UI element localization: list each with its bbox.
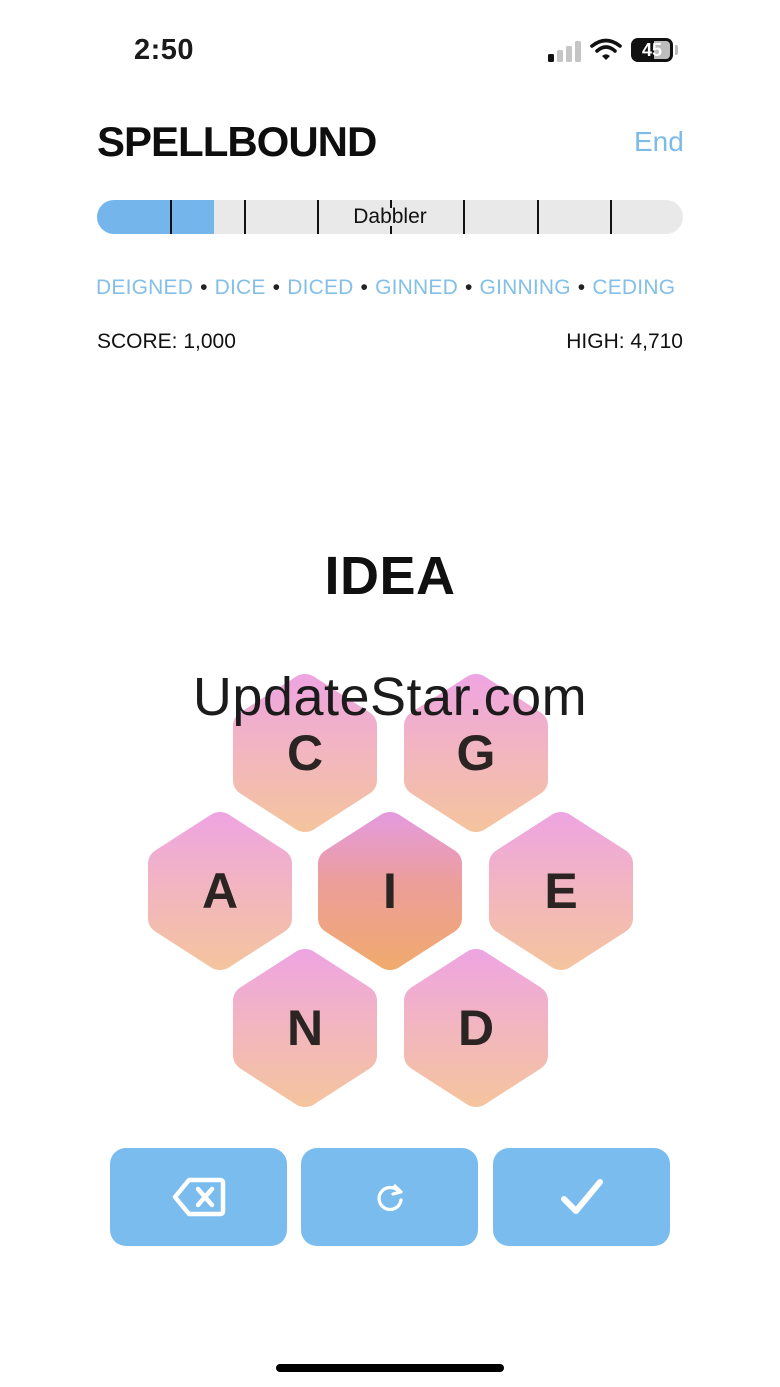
found-word: DICE	[214, 276, 266, 299]
wifi-icon	[590, 38, 622, 62]
shuffle-icon	[377, 1184, 403, 1212]
found-word: CEDING	[592, 276, 676, 299]
found-word: GINNED	[375, 276, 458, 299]
word-separator: •	[360, 276, 369, 299]
app-title: SPELLBOUND	[97, 118, 377, 165]
found-words-list[interactable]: DEIGNED • DICE • DICED • GINNED • GINNING • CEDING	[96, 276, 686, 300]
watermark-text: UpdateStar.com	[192, 667, 588, 727]
submit-button[interactable]	[493, 1148, 670, 1246]
cellular-signal-icon	[548, 40, 582, 62]
status-time: 2:50	[134, 34, 195, 66]
hex-letter: N	[286, 1000, 324, 1056]
shuffle-button[interactable]	[301, 1148, 478, 1246]
word-separator: •	[200, 276, 208, 299]
word-separator: •	[577, 276, 586, 299]
end-button[interactable]: End	[634, 126, 684, 158]
backspace-icon	[172, 1177, 225, 1217]
hex-tile-bottom-left[interactable]: N	[233, 947, 377, 1109]
score-label: SCORE: 1,000	[97, 330, 236, 353]
delete-button[interactable]	[110, 1148, 287, 1246]
rank-label: Dabbler	[353, 205, 427, 228]
current-word: IDEA	[324, 546, 456, 606]
word-separator: •	[272, 276, 281, 299]
battery-icon: 45	[631, 38, 673, 62]
found-word: DICED	[287, 276, 354, 299]
battery-level: 45	[641, 40, 663, 60]
hex-tile-bottom-right[interactable]: D	[404, 947, 548, 1109]
found-word: GINNING	[479, 276, 571, 299]
found-word: DEIGNED	[96, 276, 194, 299]
rank-progress-bar: Dabbler	[97, 200, 683, 234]
high-score-label: HIGH: 4,710	[566, 330, 683, 353]
hex-letter: D	[457, 1000, 495, 1056]
home-indicator[interactable]	[276, 1364, 504, 1372]
word-separator: •	[464, 276, 473, 299]
battery-tip	[675, 45, 678, 55]
check-icon	[560, 1179, 603, 1214]
